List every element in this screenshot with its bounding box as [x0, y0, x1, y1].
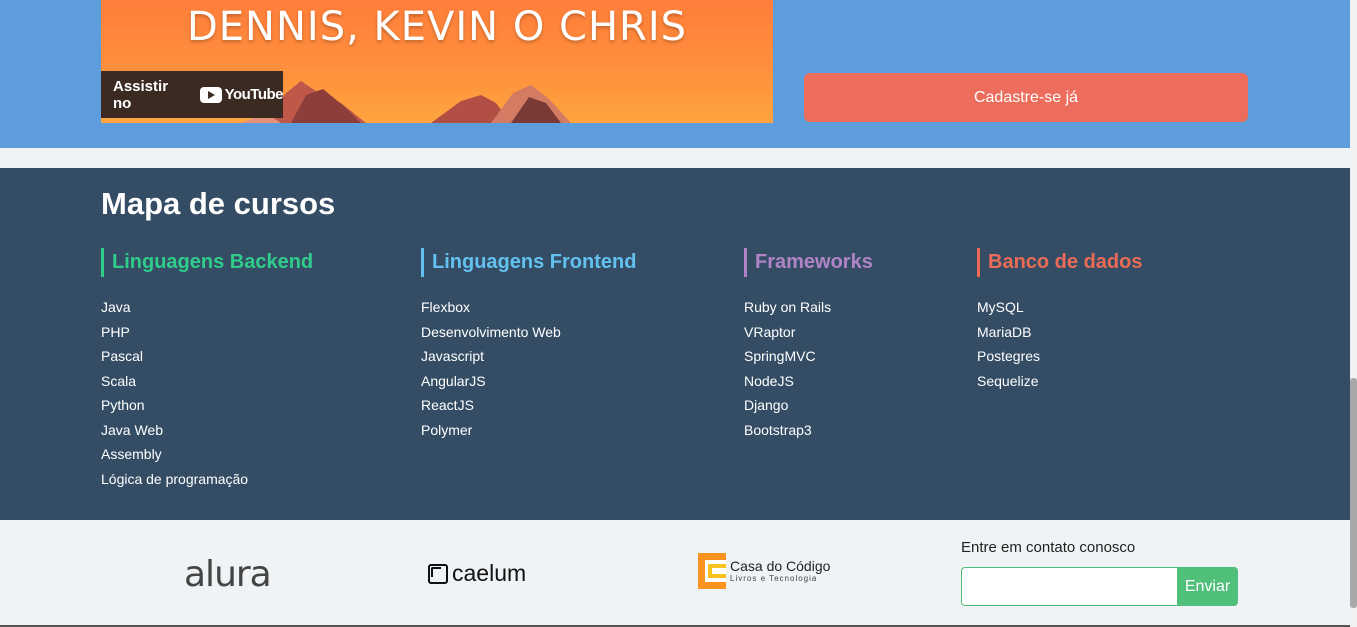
list-item: Python	[101, 393, 313, 418]
list-item: Postegres	[977, 344, 1142, 369]
course-link[interactable]: MariaDB	[977, 324, 1031, 340]
course-column-databases: Banco de dados MySQL MariaDB Postegres S…	[977, 248, 1142, 393]
list-item: Bootstrap3	[744, 418, 873, 443]
list-item: Desenvolvimento Web	[421, 320, 636, 345]
list-item: Sequelize	[977, 369, 1142, 394]
column-title: Linguagens Frontend	[421, 248, 636, 277]
scrollbar-thumb[interactable]	[1350, 378, 1357, 608]
course-list: MySQL MariaDB Postegres Sequelize	[977, 295, 1142, 393]
list-item: ReactJS	[421, 393, 636, 418]
contact-label: Entre em contato conosco	[961, 539, 1136, 556]
list-item: PHP	[101, 320, 313, 345]
casa-do-codigo-tagline: Livros e Tecnologia	[730, 574, 818, 583]
list-item: Javascript	[421, 344, 636, 369]
contact-input[interactable]	[961, 567, 1178, 606]
course-link[interactable]: Java	[101, 299, 131, 315]
course-column-frameworks: Frameworks Ruby on Rails VRaptor SpringM…	[744, 248, 873, 442]
course-link[interactable]: Scala	[101, 373, 136, 389]
alura-logo[interactable]: alura	[184, 554, 272, 595]
caelum-icon	[428, 563, 448, 584]
course-link[interactable]: PHP	[101, 324, 130, 340]
caelum-wordmark: caelum	[452, 560, 527, 586]
list-item: Polymer	[421, 418, 636, 443]
course-link[interactable]: Django	[744, 397, 788, 413]
youtube-wordmark: YouTube	[224, 86, 284, 103]
course-link[interactable]: Python	[101, 397, 145, 413]
course-link[interactable]: Java Web	[101, 422, 163, 438]
course-link[interactable]: Javascript	[421, 348, 484, 364]
list-item: Java Web	[101, 418, 313, 443]
send-button[interactable]: Enviar	[1177, 567, 1238, 606]
course-link[interactable]: Ruby on Rails	[744, 299, 831, 315]
video-title: DENNIS, KEVIN O CHRIS	[186, 4, 688, 50]
youtube-logo: YouTube	[199, 86, 284, 103]
watch-on-youtube-button[interactable]: Assistir no YouTube	[101, 71, 284, 118]
list-item: Flexbox	[421, 295, 636, 320]
course-link[interactable]: VRaptor	[744, 324, 795, 340]
list-item: MySQL	[977, 295, 1142, 320]
course-link[interactable]: Pascal	[101, 348, 143, 364]
hero-section: DENNIS, KEVIN O CHRIS Assistir no YouTub…	[0, 0, 1350, 148]
casa-do-codigo-icon	[698, 553, 726, 589]
column-title: Banco de dados	[977, 248, 1142, 277]
list-item: Scala	[101, 369, 313, 394]
list-item: Ruby on Rails	[744, 295, 873, 320]
course-link[interactable]: AngularJS	[421, 373, 486, 389]
list-item: Java	[101, 295, 313, 320]
course-column-frontend: Linguagens Frontend Flexbox Desenvolvime…	[421, 248, 636, 442]
list-item: VRaptor	[744, 320, 873, 345]
course-list: Java PHP Pascal Scala Python Java Web As…	[101, 295, 313, 491]
list-item: NodeJS	[744, 369, 873, 394]
course-link[interactable]: Assembly	[101, 446, 162, 462]
list-item: Assembly	[101, 442, 313, 467]
course-list: Flexbox Desenvolvimento Web Javascript A…	[421, 295, 636, 442]
column-title: Frameworks	[744, 248, 873, 277]
course-link[interactable]: ReactJS	[421, 397, 474, 413]
signup-button[interactable]: Cadastre-se já	[804, 73, 1248, 122]
course-link[interactable]: Polymer	[421, 422, 472, 438]
list-item: SpringMVC	[744, 344, 873, 369]
course-link[interactable]: Bootstrap3	[744, 422, 812, 438]
casa-do-codigo-name: Casa do Código	[730, 558, 831, 574]
watch-on-label: Assistir no	[113, 77, 169, 112]
column-title: Linguagens Backend	[101, 248, 313, 277]
list-item: AngularJS	[421, 369, 636, 394]
footer: alura caelum Casa do Código Livros e Tec…	[0, 520, 1350, 627]
course-link[interactable]: MySQL	[977, 299, 1024, 315]
course-map-title: Mapa de cursos	[101, 186, 336, 221]
youtube-play-icon	[199, 86, 222, 103]
list-item: Lógica de programação	[101, 467, 313, 492]
caelum-logo[interactable]: caelum	[428, 560, 526, 587]
course-link[interactable]: Sequelize	[977, 373, 1039, 389]
course-link[interactable]: Lógica de programação	[101, 471, 248, 487]
page-scrollbar[interactable]	[1350, 0, 1357, 627]
course-list: Ruby on Rails VRaptor SpringMVC NodeJS D…	[744, 295, 873, 442]
list-item: Django	[744, 393, 873, 418]
video-thumbnail[interactable]: DENNIS, KEVIN O CHRIS Assistir no YouTub…	[101, 0, 773, 123]
course-link[interactable]: SpringMVC	[744, 348, 816, 364]
course-link[interactable]: Flexbox	[421, 299, 470, 315]
course-link[interactable]: NodeJS	[744, 373, 794, 389]
course-map-section: Mapa de cursos Linguagens Backend Java P…	[0, 168, 1350, 520]
course-link[interactable]: Desenvolvimento Web	[421, 324, 561, 340]
casa-do-codigo-logo[interactable]: Casa do Código Livros e Tecnologia	[698, 553, 830, 589]
list-item: MariaDB	[977, 320, 1142, 345]
course-column-backend: Linguagens Backend Java PHP Pascal Scala…	[101, 248, 313, 491]
course-link[interactable]: Postegres	[977, 348, 1040, 364]
list-item: Pascal	[101, 344, 313, 369]
